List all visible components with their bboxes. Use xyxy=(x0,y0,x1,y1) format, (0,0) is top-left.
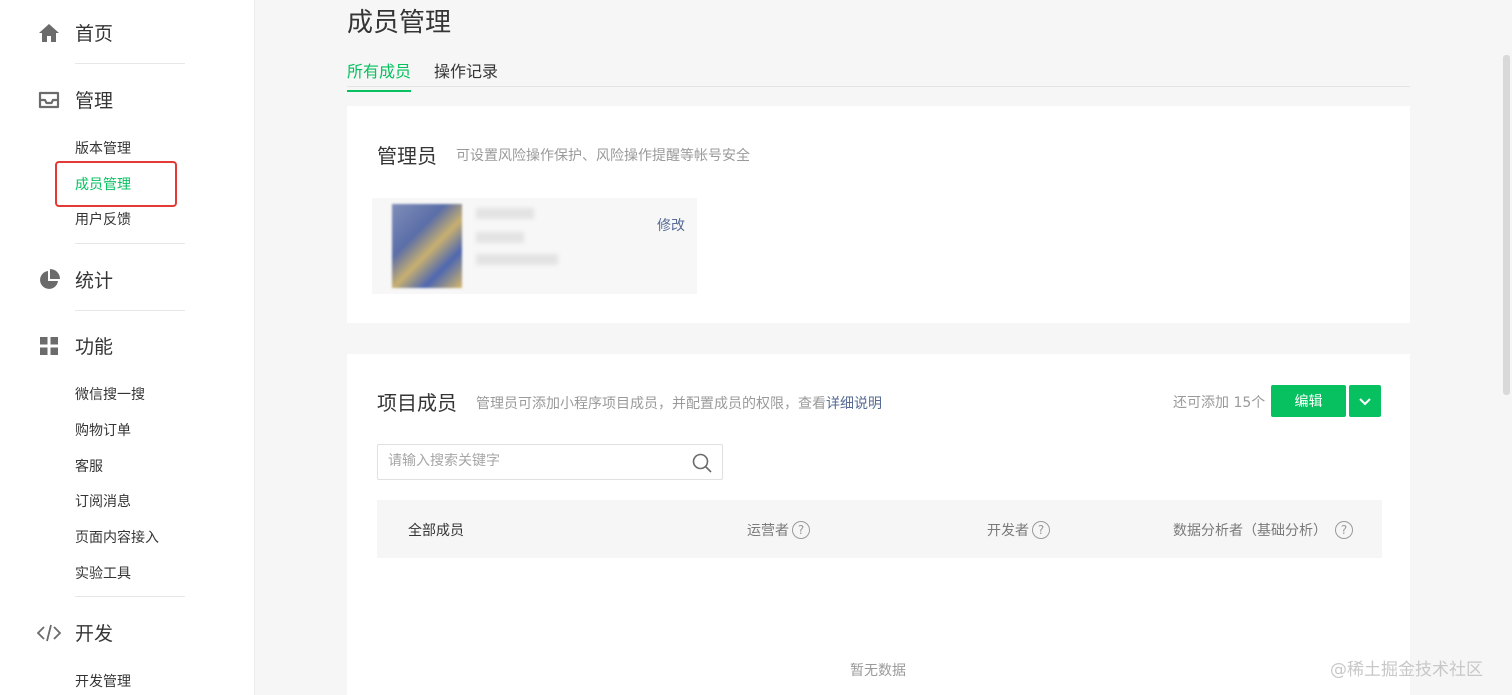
help-icon[interactable]: ? xyxy=(1335,521,1353,539)
admin-card: 管理员 可设置风险操作保护、风险操作提醒等帐号安全 修改 xyxy=(347,106,1410,323)
tab-operation-log[interactable]: 操作记录 xyxy=(434,58,498,90)
members-desc-text: 管理员可添加小程序项目成员，并配置成员的权限，查看 xyxy=(476,396,826,412)
admin-profile: 修改 xyxy=(372,198,697,294)
help-icon[interactable]: ? xyxy=(1032,521,1050,539)
blurred-name xyxy=(476,208,534,219)
edit-admin-link[interactable]: 修改 xyxy=(657,215,685,235)
nav-features[interactable]: 功能 xyxy=(36,332,113,359)
sidebar-item-subscribe[interactable]: 订阅消息 xyxy=(75,491,131,511)
avatar xyxy=(392,204,462,288)
details-link[interactable]: 详细说明 xyxy=(826,396,882,412)
members-desc: 管理员可添加小程序项目成员，并配置成员的权限，查看详细说明 xyxy=(476,393,882,413)
column-operator: 运营者? xyxy=(747,520,810,540)
quota-text: 还可添加 15个 xyxy=(1173,395,1266,411)
nav-manage[interactable]: 管理 xyxy=(36,86,113,113)
sidebar-item-experiment[interactable]: 实验工具 xyxy=(75,563,131,583)
column-developer: 开发者? xyxy=(987,520,1050,540)
help-icon[interactable]: ? xyxy=(792,521,810,539)
sidebar-item-search[interactable]: 微信搜一搜 xyxy=(75,384,145,404)
nav-stats[interactable]: 统计 xyxy=(36,266,113,293)
admin-title: 管理员 xyxy=(377,144,437,168)
search-icon[interactable] xyxy=(692,453,712,477)
grid-icon xyxy=(36,333,62,359)
sidebar-item-content[interactable]: 页面内容接入 xyxy=(75,527,159,547)
column-label: 运营者 xyxy=(747,523,789,539)
dropdown-button[interactable] xyxy=(1349,385,1381,417)
search-box xyxy=(377,444,723,480)
watermark: @稀土掘金技术社区 xyxy=(1330,660,1483,680)
code-icon xyxy=(36,620,62,646)
nav-manage-label: 管理 xyxy=(75,90,114,112)
column-label: 全部成员 xyxy=(408,523,464,539)
sidebar-item-dev-manage[interactable]: 开发管理 xyxy=(75,671,131,691)
divider xyxy=(75,63,185,64)
column-all-members[interactable]: 全部成员 xyxy=(408,520,464,540)
tab-bar: 所有成员 操作记录 xyxy=(347,58,1410,92)
nav-dev[interactable]: 开发 xyxy=(36,619,113,646)
members-title: 项目成员 xyxy=(377,391,457,415)
pie-chart-icon xyxy=(36,267,62,293)
tab-all-members[interactable]: 所有成员 xyxy=(347,58,412,92)
column-analyst: 数据分析者（基础分析）? xyxy=(1173,520,1353,540)
highlight-box xyxy=(55,161,177,207)
admin-desc: 可设置风险操作保护、风险操作提醒等帐号安全 xyxy=(456,148,750,164)
inbox-icon xyxy=(36,87,62,113)
nav-home[interactable]: 首页 xyxy=(36,19,113,46)
home-icon xyxy=(36,20,62,46)
nav-home-label: 首页 xyxy=(75,23,114,45)
column-label: 数据分析者（基础分析） xyxy=(1173,523,1327,539)
chevron-down-icon xyxy=(1358,392,1372,411)
members-card: 项目成员 管理员可添加小程序项目成员，并配置成员的权限，查看详细说明 还可添加 … xyxy=(347,354,1410,695)
sidebar: 首页 管理 版本管理 成员管理 用户反馈 统计 功能 微信搜一搜 购物订单 客服… xyxy=(0,0,255,695)
divider xyxy=(75,310,185,311)
table-header: 全部成员 运营者? 开发者? 数据分析者（基础分析）? xyxy=(377,500,1382,558)
edit-button[interactable]: 编辑 xyxy=(1271,385,1346,417)
divider xyxy=(75,243,185,244)
sidebar-item-version[interactable]: 版本管理 xyxy=(75,138,131,158)
nav-dev-label: 开发 xyxy=(75,623,114,645)
search-input[interactable] xyxy=(388,453,678,469)
column-label: 开发者 xyxy=(987,523,1029,539)
divider xyxy=(75,596,185,597)
scrollbar[interactable] xyxy=(1503,55,1510,395)
blurred-info xyxy=(476,232,524,243)
page-title: 成员管理 xyxy=(347,8,452,38)
nav-stats-label: 统计 xyxy=(75,270,114,292)
empty-state: 暂无数据 xyxy=(850,663,906,679)
nav-features-label: 功能 xyxy=(75,336,114,358)
blurred-info xyxy=(476,254,558,265)
sidebar-item-feedback[interactable]: 用户反馈 xyxy=(75,209,131,229)
sidebar-item-service[interactable]: 客服 xyxy=(75,456,103,476)
sidebar-item-orders[interactable]: 购物订单 xyxy=(75,420,131,440)
